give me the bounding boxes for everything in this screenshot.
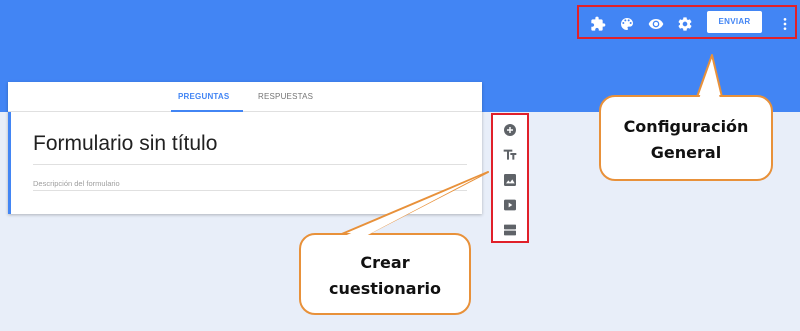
card-accent-bar bbox=[8, 112, 11, 214]
title-underline bbox=[33, 164, 467, 165]
text-format-icon[interactable] bbox=[502, 147, 518, 163]
callout-create-line2: cuestionario bbox=[329, 279, 441, 298]
callout-create-line1: Crear bbox=[360, 253, 410, 272]
form-description-input[interactable]: Descripción del formulario bbox=[33, 179, 120, 188]
form-title-input[interactable]: Formulario sin título bbox=[33, 132, 217, 156]
tab-respuestas[interactable]: RESPUESTAS bbox=[258, 92, 313, 101]
more-vert-icon[interactable] bbox=[777, 16, 793, 32]
puzzle-icon[interactable] bbox=[590, 16, 606, 32]
send-button[interactable]: ENVIAR bbox=[707, 11, 762, 33]
callout-configuracion-general: Configuración General bbox=[599, 95, 773, 181]
tab-preguntas[interactable]: PREGUNTAS bbox=[178, 92, 229, 101]
tab-bar: PREGUNTAS RESPUESTAS bbox=[8, 82, 482, 112]
description-underline bbox=[33, 190, 467, 191]
gear-icon[interactable] bbox=[677, 16, 693, 32]
section-icon[interactable] bbox=[502, 222, 518, 238]
form-card: PREGUNTAS RESPUESTAS Formulario sin títu… bbox=[8, 82, 482, 214]
callout-crear-cuestionario: Crear cuestionario bbox=[299, 233, 471, 315]
image-icon[interactable] bbox=[502, 172, 518, 188]
add-circle-icon[interactable] bbox=[502, 122, 518, 138]
side-toolbar bbox=[491, 113, 529, 243]
header-toolbar: ENVIAR bbox=[577, 5, 797, 39]
callout-general-line2: General bbox=[650, 143, 722, 162]
palette-icon[interactable] bbox=[619, 16, 635, 32]
eye-icon[interactable] bbox=[648, 16, 664, 32]
callout-general-line1: Configuración bbox=[623, 117, 749, 136]
active-tab-indicator bbox=[171, 110, 243, 112]
video-icon[interactable] bbox=[502, 197, 518, 213]
